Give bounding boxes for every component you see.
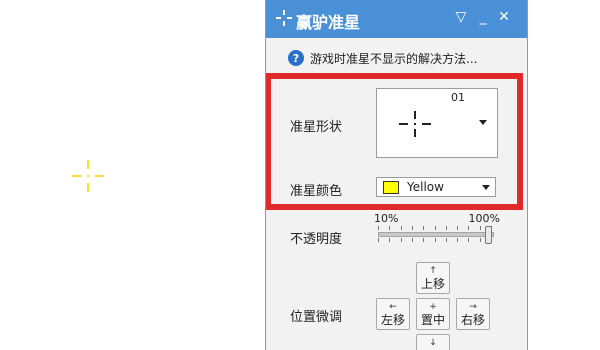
- dropdown-arrow-icon: [479, 120, 487, 125]
- slider-tick: [445, 226, 447, 230]
- opacity-slider[interactable]: 10% 100%: [374, 212, 500, 252]
- crosshair-shape-dropdown[interactable]: 01: [376, 88, 498, 158]
- slider-tick: [378, 238, 379, 242]
- slider-tick: [479, 238, 481, 242]
- move-up-button[interactable]: ↑ 上移: [416, 262, 450, 294]
- down-arrow-icon: ↓: [429, 338, 437, 348]
- right-arrow-icon: →: [469, 302, 477, 312]
- center-button[interactable]: + 置中: [416, 298, 450, 330]
- slider-max-label: 100%: [468, 212, 500, 225]
- window-title: 赢驴准星: [296, 13, 361, 32]
- opacity-label: 不透明度: [290, 232, 343, 247]
- slider-tick: [468, 226, 470, 230]
- move-up-label: 上移: [420, 277, 445, 291]
- slider-min-label: 10%: [374, 212, 399, 225]
- slider-thumb[interactable]: [485, 226, 492, 244]
- slider-tick: [411, 226, 413, 230]
- shape-label: 准星形状: [290, 120, 343, 135]
- up-arrow-icon: ↑: [429, 266, 437, 276]
- slider-tick: [445, 238, 447, 242]
- slider-tick: [389, 238, 391, 242]
- shape-number: 01: [451, 91, 465, 104]
- slider-tick: [434, 226, 436, 230]
- color-label: 准星颜色: [290, 184, 343, 199]
- slider-tick: [400, 238, 402, 242]
- color-swatch: [383, 181, 399, 194]
- move-left-label: 左移: [380, 313, 405, 327]
- slider-tick: [378, 226, 379, 230]
- color-value: Yellow: [407, 180, 444, 194]
- center-icon: +: [429, 302, 437, 312]
- crosshair-color-select[interactable]: Yellow: [376, 177, 496, 197]
- move-left-button[interactable]: ← 左移: [376, 298, 410, 330]
- move-down-button[interactable]: ↓: [416, 334, 450, 350]
- help-link[interactable]: ? 游戏时准星不显示的解决方法...: [288, 48, 477, 68]
- shape-preview-icon: [399, 111, 431, 137]
- dropdown-arrow-icon: [482, 185, 490, 190]
- slider-tick: [468, 238, 470, 242]
- slider-tick: [457, 226, 459, 230]
- center-label: 置中: [420, 313, 445, 327]
- slider-tick: [479, 226, 481, 230]
- move-right-label: 右移: [460, 313, 485, 327]
- title-bar[interactable]: 赢驴准星 ▽ _ ✕: [266, 0, 527, 38]
- left-arrow-icon: ←: [389, 302, 397, 312]
- slider-tick: [400, 226, 402, 230]
- slider-tick: [434, 238, 436, 242]
- minimize-icon[interactable]: _: [474, 8, 492, 26]
- position-label: 位置微调: [290, 310, 343, 325]
- desktop-crosshair-icon: [72, 160, 104, 192]
- slider-tick: [457, 238, 459, 242]
- slider-tick: [411, 238, 413, 242]
- slider-tick: [389, 226, 391, 230]
- help-text[interactable]: 游戏时准星不显示的解决方法...: [310, 50, 477, 67]
- slider-tick: [423, 226, 425, 230]
- close-icon[interactable]: ✕: [495, 8, 513, 26]
- help-icon: ?: [288, 50, 304, 66]
- collapse-icon[interactable]: ▽: [452, 8, 470, 26]
- slider-ticks: [378, 226, 492, 244]
- slider-tick: [423, 238, 425, 242]
- move-right-button[interactable]: → 右移: [456, 298, 490, 330]
- crosshair-panel: 赢驴准星 ▽ _ ✕ ? 游戏时准星不显示的解决方法... 准星形状 01 准星…: [265, 0, 528, 350]
- crosshair-logo-icon: [276, 10, 292, 26]
